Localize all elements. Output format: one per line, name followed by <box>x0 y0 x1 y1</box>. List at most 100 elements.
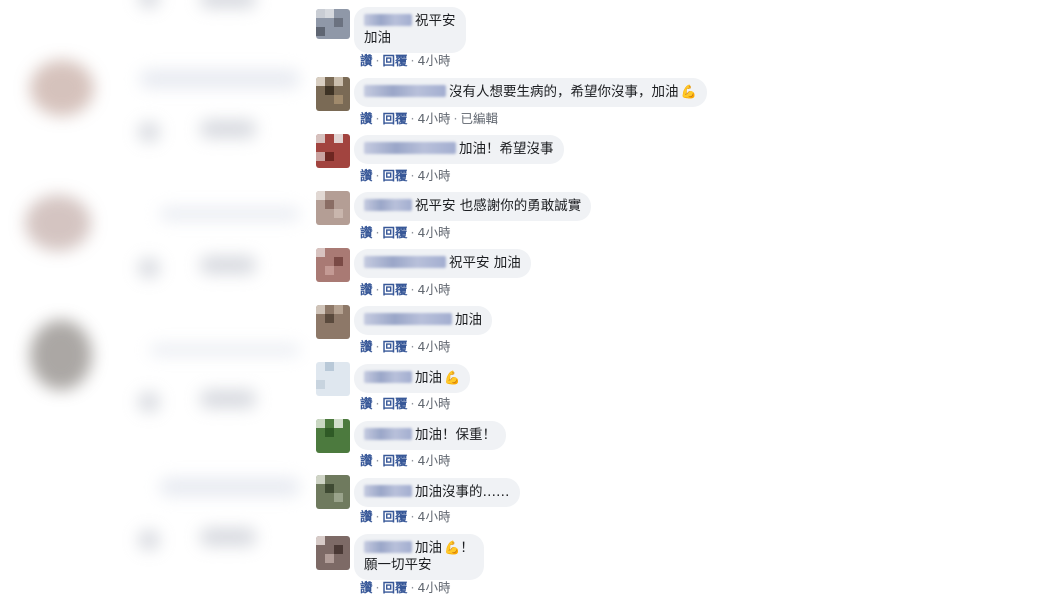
blurred-icon <box>138 258 160 278</box>
blurred-text <box>160 208 300 220</box>
avatar[interactable] <box>316 305 350 339</box>
reply-button[interactable]: 回覆 <box>383 53 408 68</box>
commenter-name[interactable] <box>364 199 412 211</box>
reply-button[interactable]: 回覆 <box>383 282 408 297</box>
like-button[interactable]: 讚 <box>360 453 373 468</box>
like-button[interactable]: 讚 <box>360 580 373 595</box>
timestamp[interactable]: 4小時 <box>418 396 451 411</box>
comment-actions: 讚 · 回覆 · 4小時 <box>360 580 451 595</box>
timestamp[interactable]: 4小時 <box>418 339 451 354</box>
blurred-text <box>200 0 256 8</box>
timestamp[interactable]: 4小時 <box>418 111 451 126</box>
blurred-text <box>160 478 300 496</box>
avatar[interactable] <box>316 536 350 570</box>
avatar[interactable] <box>316 362 350 396</box>
edited-label[interactable]: 已編輯 <box>460 111 498 126</box>
like-button[interactable]: 讚 <box>360 509 373 524</box>
comment-actions: 讚 · 回覆 · 4小時 <box>360 509 451 524</box>
like-button[interactable]: 讚 <box>360 168 373 183</box>
comment-text-line2: 願一切平安 <box>364 557 432 573</box>
comment-bubble: 加油 💪 <box>354 364 471 393</box>
comment-bubble: 加油！保重！ <box>354 421 506 450</box>
avatar[interactable] <box>316 475 350 509</box>
commenter-name[interactable] <box>364 14 412 26</box>
like-button[interactable]: 讚 <box>360 339 373 354</box>
reply-button[interactable]: 回覆 <box>383 509 408 524</box>
reply-button[interactable]: 回覆 <box>383 339 408 354</box>
commenter-name[interactable] <box>364 485 412 497</box>
timestamp[interactable]: 4小時 <box>418 509 451 524</box>
blurred-text <box>140 70 300 88</box>
reply-button[interactable]: 回覆 <box>383 580 408 595</box>
blurred-avatar <box>30 320 92 390</box>
like-button[interactable]: 讚 <box>360 396 373 411</box>
timestamp[interactable]: 4小時 <box>418 453 451 468</box>
like-button[interactable]: 讚 <box>360 225 373 240</box>
comment-list: 祝平安 加油 讚 · 回覆 · 4小時 沒有人想要生病的，希望你沒事，加油 💪 讚 · 回覆 ·… <box>312 0 752 596</box>
commenter-name[interactable] <box>364 371 412 383</box>
comment-bubble: 祝平安 也感謝你的勇敢誠實 <box>354 192 592 221</box>
muscle-emoji-icon: 💪 <box>444 371 461 386</box>
commenter-name[interactable] <box>364 428 412 440</box>
timestamp[interactable]: 4小時 <box>418 580 451 595</box>
comment-bubble: 加油 <box>354 306 492 335</box>
blurred-avatar <box>30 60 94 116</box>
timestamp[interactable]: 4小時 <box>418 282 451 297</box>
comment-text: 加油 <box>455 312 482 328</box>
reply-button[interactable]: 回覆 <box>383 225 408 240</box>
comment-text: 加油 <box>415 370 442 386</box>
blurred-icon <box>138 392 160 412</box>
comment-actions: 讚 · 回覆 · 4小時 <box>360 53 451 68</box>
comment-bubble: 加油 💪！ 願一切平安 <box>354 534 484 580</box>
like-button[interactable]: 讚 <box>360 111 373 126</box>
reply-button[interactable]: 回覆 <box>383 111 408 126</box>
timestamp[interactable]: 4小時 <box>418 168 451 183</box>
comment-text: 沒有人想要生病的，希望你沒事，加油 <box>449 84 679 100</box>
comment-bubble: 加油沒事的…… <box>354 478 520 507</box>
commenter-name[interactable] <box>364 256 446 268</box>
avatar[interactable] <box>316 191 350 225</box>
reply-button[interactable]: 回覆 <box>383 168 408 183</box>
comment-text: 祝平安 也感謝你的勇敢誠實 <box>415 198 582 214</box>
timestamp[interactable]: 4小時 <box>418 53 451 68</box>
comment-text: 祝平安 <box>415 13 456 29</box>
commenter-name[interactable] <box>364 541 412 553</box>
comment-text: 祝平安 加油 <box>449 255 521 271</box>
blurred-avatar <box>25 195 91 251</box>
avatar[interactable] <box>316 419 350 453</box>
comment-text: 加油 <box>415 540 442 556</box>
timestamp[interactable]: 4小時 <box>418 225 451 240</box>
comment-text-suffix: ！ <box>460 540 474 556</box>
comment-actions: 讚 · 回覆 · 4小時 <box>360 396 451 411</box>
like-button[interactable]: 讚 <box>360 282 373 297</box>
avatar[interactable] <box>316 248 350 282</box>
comment-bubble: 祝平安 加油 <box>354 249 531 278</box>
comment-text: 加油！希望沒事 <box>459 141 554 157</box>
comment-actions: 讚 · 回覆 · 4小時 <box>360 453 451 468</box>
comment-bubble: 沒有人想要生病的，希望你沒事，加油 💪 <box>354 78 707 107</box>
commenter-name[interactable] <box>364 313 452 325</box>
commenter-name[interactable] <box>364 142 456 154</box>
comment-bubble: 加油！希望沒事 <box>354 135 564 164</box>
avatar[interactable] <box>316 77 350 111</box>
reply-button[interactable]: 回覆 <box>383 453 408 468</box>
comment-actions: 讚 · 回覆 · 4小時 <box>360 339 451 354</box>
blurred-text <box>200 120 256 138</box>
comment-text: 加油沒事的…… <box>415 484 510 500</box>
reply-button[interactable]: 回覆 <box>383 396 408 411</box>
muscle-emoji-icon: 💪 <box>680 85 697 100</box>
blurred-text <box>150 345 300 355</box>
commenter-name[interactable] <box>364 85 446 97</box>
blurred-text <box>200 528 256 546</box>
blurred-icon <box>138 530 160 550</box>
comment-actions: 讚 · 回覆 · 4小時 · 已編輯 <box>360 111 498 126</box>
avatar[interactable] <box>316 9 350 39</box>
comment-actions: 讚 · 回覆 · 4小時 <box>360 168 451 183</box>
blurred-icon <box>138 0 160 8</box>
comment-bubble: 祝平安 加油 <box>354 7 466 53</box>
avatar[interactable] <box>316 134 350 168</box>
blurred-background <box>0 0 310 596</box>
like-button[interactable]: 讚 <box>360 53 373 68</box>
blurred-text <box>200 256 256 274</box>
blurred-icon <box>138 122 160 142</box>
